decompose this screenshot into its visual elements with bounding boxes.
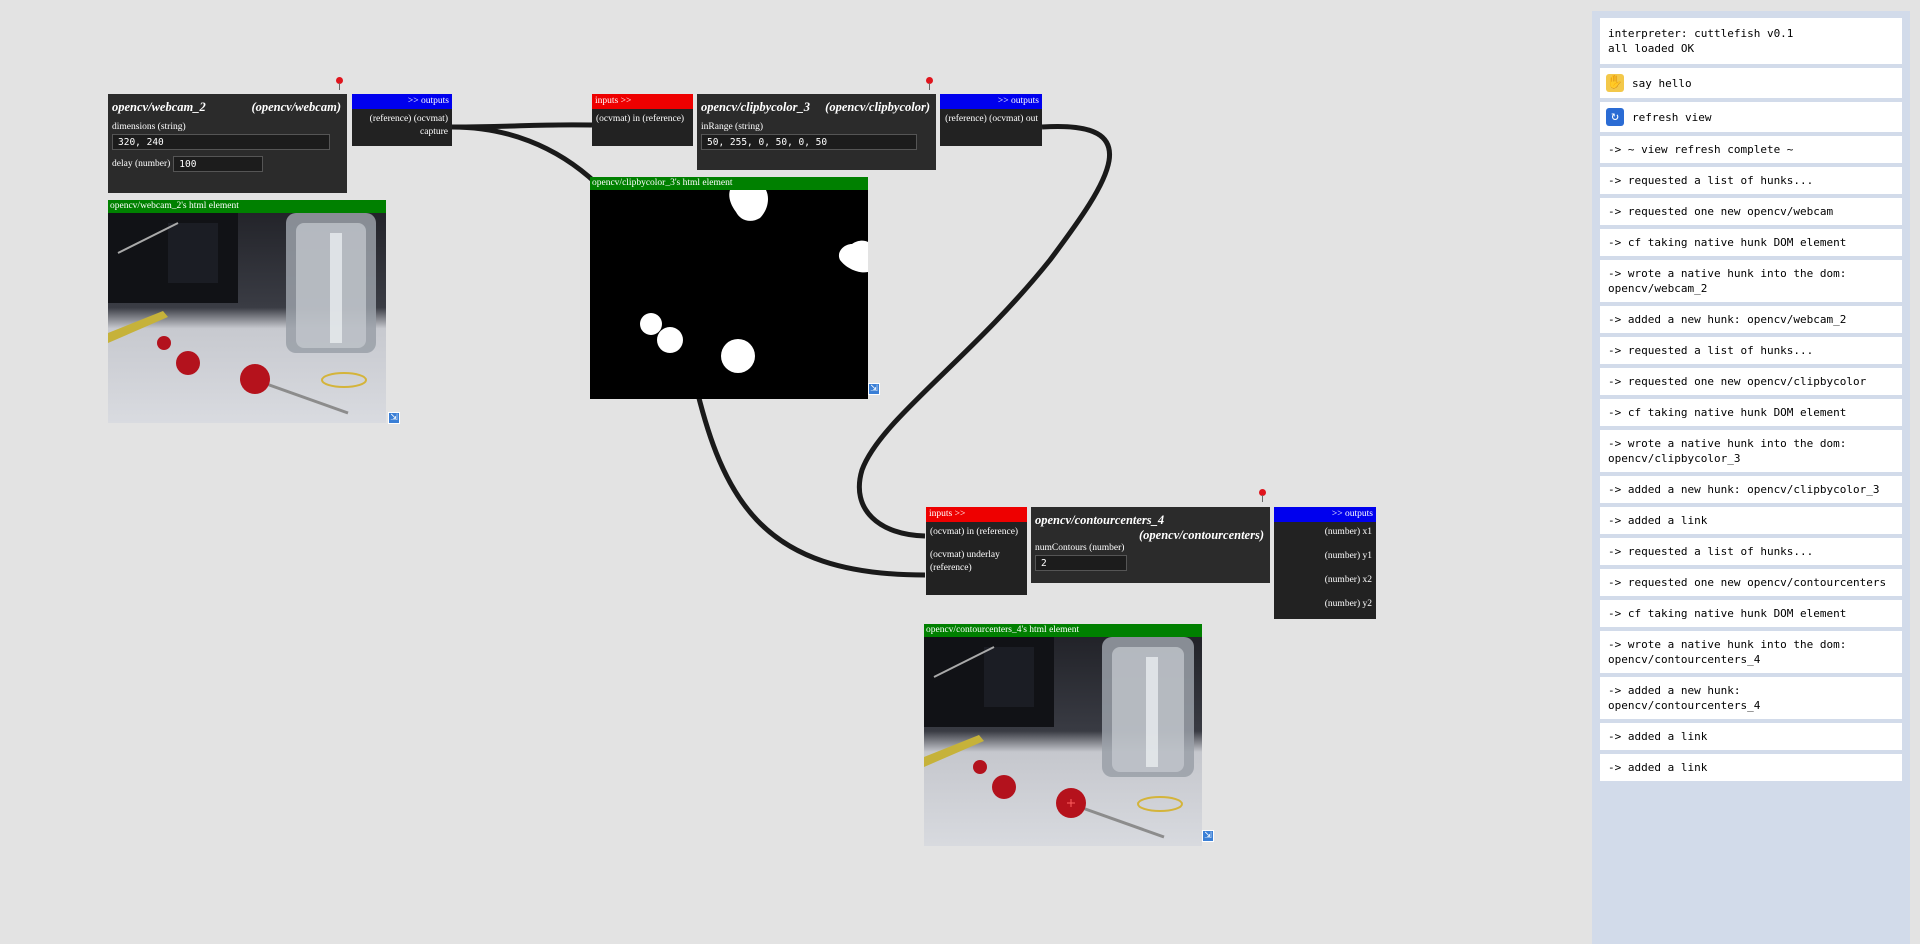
hunk-type: (opencv/contourcenters) <box>1139 528 1264 542</box>
contour-video-frame <box>924 637 1202 846</box>
console-log-line: -> added a link <box>1600 507 1902 534</box>
hunk-name: opencv/contourcenters_4 <box>1035 513 1165 527</box>
mask-frame <box>590 190 868 399</box>
interpreter-header: interpreter: cuttlefish v0.1 all loaded … <box>1600 18 1902 64</box>
console-log-line: -> added a new hunk: opencv/webcam_2 <box>1600 306 1902 333</box>
output-port-y1[interactable]: (number) y1 <box>1274 551 1376 575</box>
console-log-line: -> wrote a native hunk into the dom: ope… <box>1600 260 1902 302</box>
element-bar: opencv/webcam_2's html element <box>108 200 386 213</box>
input-port-in[interactable]: (ocvmat) in (reference) <box>926 526 1027 539</box>
param-label-dimensions: dimensions (string) <box>112 122 186 132</box>
console-panel: interpreter: cuttlefish v0.1 all loaded … <box>1592 11 1910 944</box>
console-log-line: -> requested one new opencv/webcam <box>1600 198 1902 225</box>
webcam-html-element: opencv/webcam_2's html element ⇲ <box>108 200 400 424</box>
console-log-line: -> requested a list of hunks... <box>1600 538 1902 565</box>
console-log-line: -> cf taking native hunk DOM element <box>1600 600 1902 627</box>
hunk-type: (opencv/webcam) <box>251 100 341 114</box>
console-log-line: -> requested one new opencv/clipbycolor <box>1600 368 1902 395</box>
contourcenters-hunk[interactable]: opencv/contourcenters_4 (opencv/contourc… <box>1031 507 1270 583</box>
link-clipbycolor-to-contour-in <box>856 123 1112 539</box>
hunk-type: (opencv/clipbycolor) <box>825 100 930 114</box>
console-log-line: -> requested a list of hunks... <box>1600 167 1902 194</box>
webcam-hunk[interactable]: opencv/webcam_2 (opencv/webcam) dimensio… <box>108 94 347 193</box>
pin-icon[interactable] <box>336 77 343 90</box>
console-log-line: -> added a new hunk: opencv/clipbycolor_… <box>1600 476 1902 503</box>
say-hello-button[interactable]: ✋ say hello <box>1600 68 1902 98</box>
resize-icon[interactable]: ⇲ <box>868 383 880 395</box>
clipbycolor-hunk[interactable]: opencv/clipbycolor_3 (opencv/clipbycolor… <box>697 94 936 170</box>
output-port-x2[interactable]: (number) x2 <box>1274 575 1376 599</box>
resize-icon[interactable]: ⇲ <box>388 412 400 424</box>
output-port-out[interactable]: (reference) (ocvmat) out <box>940 113 1042 126</box>
console-log-line: -> requested one new opencv/contourcente… <box>1600 569 1902 596</box>
clipbycolor-html-element: opencv/clipbycolor_3's html element ⇲ <box>590 177 880 399</box>
inrange-input[interactable]: 50, 255, 0, 50, 0, 50 <box>701 134 917 150</box>
param-label-delay: delay (number) <box>112 159 171 169</box>
refresh-view-label: refresh view <box>1632 110 1712 124</box>
inputs-header: inputs >> <box>926 507 1027 522</box>
console-log-line: -> added a link <box>1600 754 1902 781</box>
inputs-header: inputs >> <box>592 94 693 109</box>
console-log-line: -> added a link <box>1600 723 1902 750</box>
hunk-name: opencv/clipbycolor_3 <box>701 100 810 114</box>
patch-canvas[interactable]: opencv/webcam_2 (opencv/webcam) dimensio… <box>0 0 1920 944</box>
say-hello-label: say hello <box>1632 76 1692 90</box>
outputs-header: >> outputs <box>352 94 452 109</box>
console-log-line: -> ~ view refresh complete ~ <box>1600 136 1902 163</box>
console-log-line: -> cf taking native hunk DOM element <box>1600 399 1902 426</box>
link-webcam-to-clipbycolor <box>451 122 593 130</box>
clipbycolor-inputs-panel: inputs >> (ocvmat) in (reference) <box>592 94 693 146</box>
console-log: -> ~ view refresh complete ~ -> requested… <box>1600 136 1902 781</box>
input-port-in[interactable]: (ocvmat) in (reference) <box>592 113 693 126</box>
input-port-underlay[interactable]: (ocvmat) underlay (reference) <box>926 549 1027 575</box>
param-label-numcontours: numContours (number) <box>1035 543 1125 553</box>
output-port-x1[interactable]: (number) x1 <box>1274 527 1376 551</box>
contourcenters-inputs-panel: inputs >> (ocvmat) in (reference) (ocvma… <box>926 507 1027 595</box>
webcam-video-frame <box>108 213 386 423</box>
element-bar: opencv/clipbycolor_3's html element <box>590 177 868 190</box>
hunk-name: opencv/webcam_2 <box>112 100 206 114</box>
output-port-y2[interactable]: (number) y2 <box>1274 599 1376 619</box>
wave-hand-icon: ✋ <box>1606 74 1624 92</box>
param-label-inrange: inRange (string) <box>701 122 764 132</box>
delay-input[interactable]: 100 <box>173 156 264 172</box>
pin-icon[interactable] <box>926 77 933 90</box>
element-bar: opencv/contourcenters_4's html element <box>924 624 1202 637</box>
numcontours-input[interactable]: 2 <box>1035 555 1127 571</box>
clipbycolor-outputs-panel: >> outputs (reference) (ocvmat) out <box>940 94 1042 146</box>
console-log-line: -> cf taking native hunk DOM element <box>1600 229 1902 256</box>
console-log-line: -> added a new hunk: opencv/contourcente… <box>1600 677 1902 719</box>
console-log-line: -> wrote a native hunk into the dom: ope… <box>1600 430 1902 472</box>
console-log-line: -> wrote a native hunk into the dom: ope… <box>1600 631 1902 673</box>
console-log-line: -> requested a list of hunks... <box>1600 337 1902 364</box>
webcam-outputs-panel: >> outputs (reference) (ocvmat) capture <box>352 94 452 146</box>
outputs-header: >> outputs <box>1274 507 1376 522</box>
refresh-icon: ↻ <box>1606 108 1624 126</box>
contourcenters-outputs-panel: >> outputs (number) x1 (number) y1 (numb… <box>1274 507 1376 619</box>
resize-icon[interactable]: ⇲ <box>1202 830 1214 842</box>
contourcenters-html-element: opencv/contourcenters_4's html element ⇲ <box>924 624 1214 846</box>
dimensions-input[interactable]: 320, 240 <box>112 134 330 150</box>
outputs-header: >> outputs <box>940 94 1042 109</box>
refresh-view-button[interactable]: ↻ refresh view <box>1600 102 1902 132</box>
output-port-capture[interactable]: (reference) (ocvmat) capture <box>352 113 452 139</box>
pin-icon[interactable] <box>1259 489 1266 502</box>
